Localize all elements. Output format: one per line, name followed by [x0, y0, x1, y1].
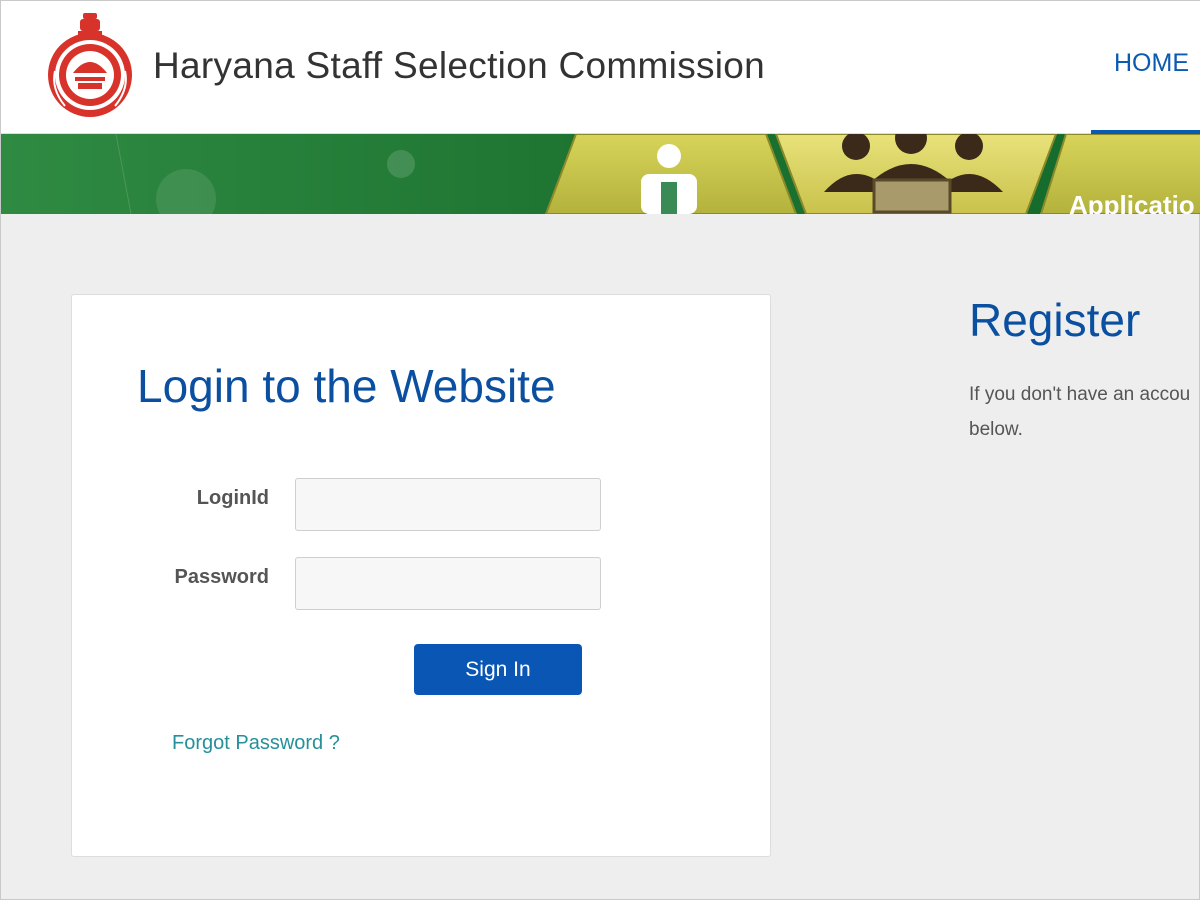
register-description: If you don't have an accou below. — [969, 377, 1200, 447]
state-emblem-logo — [45, 11, 135, 119]
site-title: Haryana Staff Selection Commission — [153, 45, 766, 86]
banner-application-text: Applicatio — [1069, 190, 1195, 214]
password-input[interactable] — [295, 557, 601, 610]
site-header: Haryana Staff Selection Commission HOME — [1, 1, 1200, 134]
hero-banner: Applicatio — [1, 134, 1200, 214]
nav-home-label: HOME — [1114, 49, 1189, 77]
login-title: Login to the Website — [137, 360, 556, 412]
forgot-password-link[interactable]: Forgot Password ? — [172, 732, 340, 755]
register-text-line-1: If you don't have an accou — [969, 384, 1191, 405]
password-label: Password — [174, 566, 269, 588]
register-text-line-2: below. — [969, 419, 1023, 440]
loginid-label: LoginId — [196, 487, 269, 509]
register-title: Register — [969, 294, 1141, 346]
login-panel: Login to the Website LoginId Password Si… — [71, 294, 771, 857]
sign-in-button[interactable]: Sign In — [414, 644, 582, 695]
loginid-input[interactable] — [295, 478, 601, 531]
nav-home-link[interactable]: HOME — [1091, 1, 1200, 134]
